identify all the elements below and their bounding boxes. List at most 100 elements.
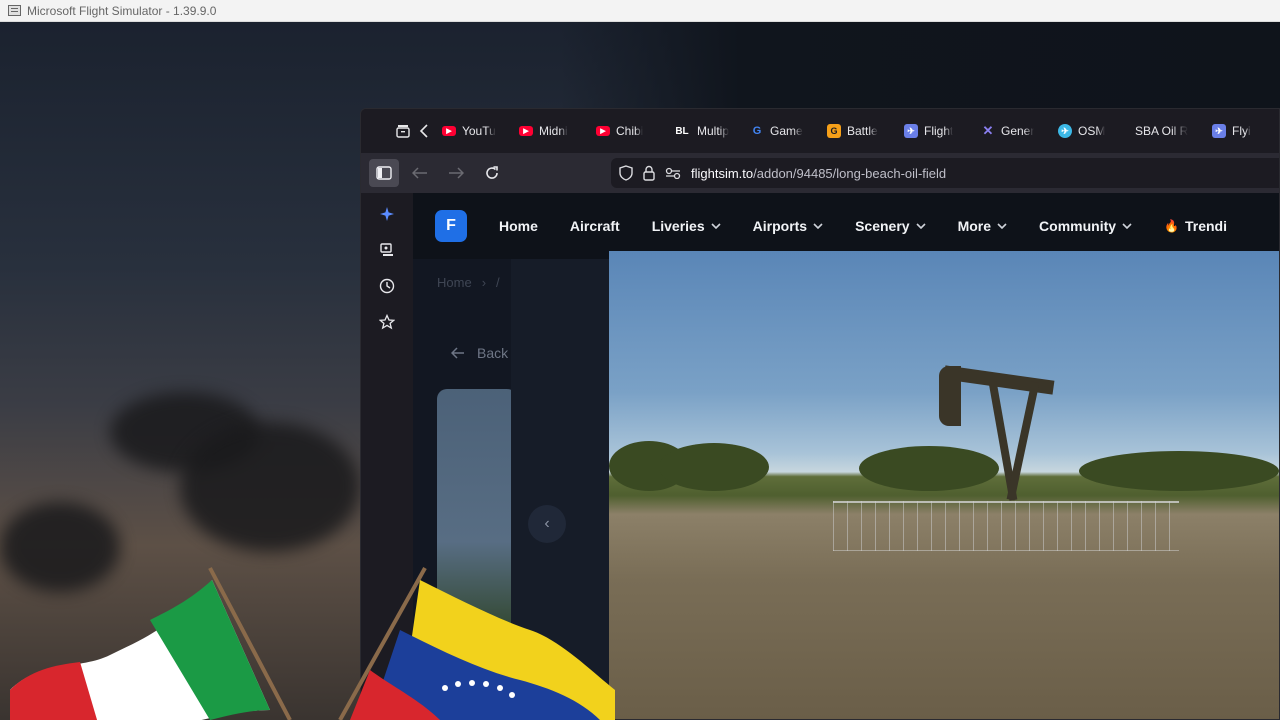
tab-label: Flyi <box>1231 124 1251 138</box>
nav-item-label: Airports <box>752 218 808 234</box>
reload-icon[interactable] <box>477 159 507 187</box>
tab-label: Flight <box>923 124 954 138</box>
youtube-icon: ▶ <box>441 126 456 136</box>
browser-tab[interactable]: G Battle <box>819 116 896 146</box>
site-nav-items: Home Aircraft Liveries Airports Scenery More C… <box>499 218 1259 234</box>
browser-tab[interactable]: BL Multip <box>665 116 742 146</box>
breadcrumb: Home › / <box>437 275 500 290</box>
general-icon: ✕ <box>982 123 994 138</box>
url-text: flightsim.to/addon/94485/long-beach-oil-… <box>691 166 946 181</box>
tab-manager-icon[interactable] <box>393 116 414 146</box>
tab-label: Gener <box>1000 124 1035 138</box>
addon-thumbnail[interactable] <box>437 389 517 719</box>
tab-list: ▶ YouTu ▶ Midni ▶ Chibi BL Multip G Game G Battle ✈ F… <box>434 116 1279 146</box>
browser-tab[interactable]: ▶ Midni <box>511 116 588 146</box>
smoke-cloud <box>180 422 360 552</box>
url-path: /addon/94485/long-beach-oil-field <box>753 165 947 181</box>
nav-item-more[interactable]: More <box>958 218 1007 234</box>
osm-icon: ✈ <box>1057 124 1072 138</box>
bookmarks-star-icon[interactable] <box>375 311 399 333</box>
pumpjack-head <box>939 366 961 426</box>
app-icon <box>8 5 21 16</box>
browser-tab[interactable]: ▶ Chibi <box>588 116 665 146</box>
lightbox-prev-button[interactable]: ‹ <box>528 505 566 543</box>
nav-item-trendi[interactable]: 🔥 Trendi <box>1164 218 1227 234</box>
site-navbar: F Home Aircraft Liveries Airports Scenery Mor… <box>413 193 1279 259</box>
breadcrumb-home[interactable]: Home <box>437 275 472 290</box>
ai-sparkle-icon[interactable] <box>375 203 399 225</box>
browser-tab[interactable]: ✈ OSM <box>1050 116 1127 146</box>
navigation-bar: flightsim.to/addon/94485/long-beach-oil-… <box>361 153 1279 193</box>
lightbox-backdrop <box>511 259 609 719</box>
nav-item-label: More <box>957 218 992 234</box>
browser-sidebar <box>361 193 413 719</box>
browser-tab[interactable]: ✈ Flyi <box>1204 116 1279 146</box>
app-title: Microsoft Flight Simulator - 1.39.9.0 <box>27 3 217 18</box>
breadcrumb-next[interactable]: / <box>496 275 500 290</box>
tab-label: Chibi <box>615 124 644 138</box>
forward-arrow-icon[interactable] <box>441 159 471 187</box>
youtube-icon: ▶ <box>518 126 533 136</box>
nav-item-label: Liveries <box>651 218 705 234</box>
nav-item-label: Scenery <box>855 218 910 234</box>
battle-icon: G <box>826 124 841 138</box>
nav-item-scenery[interactable]: Scenery <box>855 218 926 234</box>
pumpjack-post <box>1006 381 1040 501</box>
history-clock-icon[interactable] <box>375 275 399 297</box>
tree <box>659 443 769 491</box>
address-bar[interactable]: flightsim.to/addon/94485/long-beach-oil-… <box>611 158 1279 188</box>
site-permissions-icon[interactable] <box>665 167 681 179</box>
back-arrow-icon[interactable] <box>405 159 435 187</box>
tab-label: Battle <box>846 124 878 138</box>
back-label: Back <box>477 345 509 361</box>
browser-tab[interactable]: ▶ YouTu <box>434 116 511 146</box>
chevron-left-icon: ‹ <box>544 515 550 532</box>
browser-tab[interactable]: SBA Oil R <box>1127 116 1204 146</box>
breadcrumb-separator: › <box>481 275 487 290</box>
chevron-down-icon <box>916 221 926 232</box>
web-page: F Home Aircraft Liveries Airports Scenery Mor… <box>413 193 1279 719</box>
chevron-down-icon <box>1122 221 1132 232</box>
flight-icon: ✈ <box>903 124 918 138</box>
tab-label: Game <box>769 124 803 138</box>
tree <box>859 446 999 491</box>
nav-item-label: Trendi <box>1184 218 1227 234</box>
tab-label: SBA Oil R <box>1134 124 1189 138</box>
nav-item-label: Aircraft <box>569 218 620 234</box>
tree <box>1079 451 1279 491</box>
tab-label: Midni <box>538 124 568 138</box>
flight-icon: ✈ <box>1211 124 1226 138</box>
browser-window: ▶ YouTu ▶ Midni ▶ Chibi BL Multip G Game G Battle ✈ F… <box>360 108 1280 720</box>
browser-tab[interactable]: ✈ Flight <box>896 116 973 146</box>
chevron-down-icon <box>711 221 721 232</box>
site-logo[interactable]: F <box>435 210 467 242</box>
tab-label: Multip <box>696 124 729 138</box>
scroll-tabs-left-icon[interactable] <box>413 116 434 146</box>
addon-screenshot-image <box>609 251 1279 719</box>
browser-tab[interactable]: ✕ Gener <box>973 116 1050 146</box>
back-arrow-icon <box>451 347 464 359</box>
tracking-shield-icon[interactable] <box>619 165 633 181</box>
nav-item-airports[interactable]: Airports <box>753 218 823 234</box>
tab-label: OSM <box>1077 124 1106 138</box>
back-link[interactable]: Back <box>451 345 508 361</box>
nav-item-aircraft[interactable]: Aircraft <box>570 218 620 234</box>
nav-item-liveries[interactable]: Liveries <box>652 218 721 234</box>
youtube-icon: ▶ <box>595 126 610 136</box>
chevron-down-icon <box>813 221 823 232</box>
trending-flame-icon: 🔥 <box>1164 219 1179 233</box>
fence <box>833 501 1179 551</box>
google-icon: G <box>752 125 762 137</box>
sidebar-agent-icon[interactable] <box>375 239 399 261</box>
nav-item-label: Community <box>1039 218 1117 234</box>
chevron-down-icon <box>997 221 1007 232</box>
browser-tab[interactable]: G Game <box>742 116 819 146</box>
nav-item-label: Home <box>499 218 538 234</box>
nav-item-home[interactable]: Home <box>499 218 538 234</box>
nav-item-community[interactable]: Community <box>1039 218 1132 234</box>
lock-icon[interactable] <box>643 165 655 181</box>
bl-icon: BL <box>675 125 689 137</box>
page-body: Home › / Back ‹ <box>413 251 1279 719</box>
sidebar-toggle-icon[interactable] <box>369 159 399 187</box>
smoke-cloud <box>0 502 120 592</box>
